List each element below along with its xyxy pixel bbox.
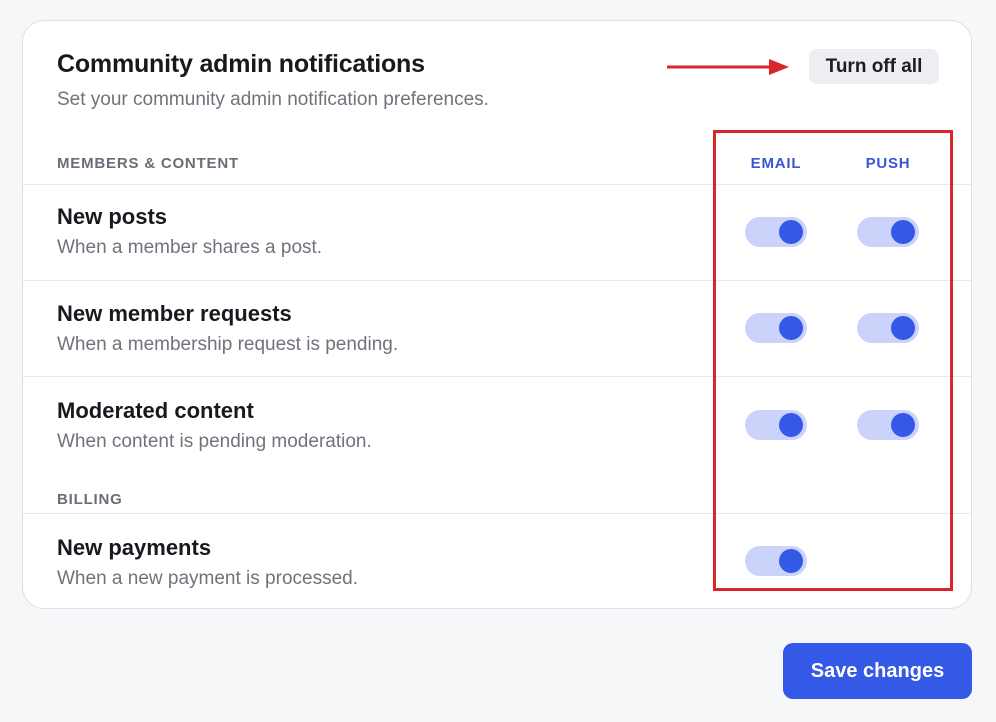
toggle-knob: [891, 316, 915, 340]
notification-row-new-member-requests: New member requests When a membership re…: [23, 281, 971, 377]
row-description: When content is pending moderation.: [57, 431, 372, 452]
divider: [23, 513, 971, 514]
notification-row-new-posts: New posts When a member shares a post.: [23, 184, 971, 280]
row-description: When a membership request is pending.: [57, 334, 399, 355]
row-description: When a member shares a post.: [57, 237, 323, 258]
page: Community admin notifications Set your c…: [0, 0, 996, 722]
email-toggle-new-member-requests[interactable]: [745, 313, 807, 343]
toggle-knob: [779, 316, 803, 340]
toggle-knob: [891, 413, 915, 437]
push-toggle-moderated-content[interactable]: [857, 410, 919, 440]
row-title: New member requests: [57, 301, 292, 326]
arrow-right-icon: [667, 59, 789, 75]
toggle-knob: [779, 549, 803, 573]
turn-off-all-button[interactable]: Turn off all: [809, 49, 939, 84]
card-subtitle: Set your community admin notification pr…: [57, 89, 489, 110]
notifications-card: Community admin notifications Set your c…: [22, 20, 972, 609]
section-label-billing: BILLING: [57, 491, 123, 508]
toggle-knob: [779, 413, 803, 437]
column-header-email: EMAIL: [750, 155, 802, 172]
row-title: New payments: [57, 535, 212, 560]
row-title: New posts: [57, 204, 168, 229]
push-toggle-new-posts[interactable]: [857, 217, 919, 247]
email-toggle-new-posts[interactable]: [745, 217, 807, 247]
section-label-members-content: MEMBERS & CONTENT: [57, 155, 239, 172]
email-toggle-new-payments[interactable]: [745, 546, 807, 576]
push-toggle-new-member-requests[interactable]: [857, 313, 919, 343]
column-header-push: PUSH: [865, 155, 911, 172]
toggle-knob: [779, 220, 803, 244]
save-changes-button[interactable]: Save changes: [783, 643, 972, 699]
row-title: Moderated content: [57, 398, 254, 423]
divider: [23, 376, 971, 377]
toggle-knob: [891, 220, 915, 244]
email-toggle-moderated-content[interactable]: [745, 410, 807, 440]
card-title: Community admin notifications: [57, 50, 425, 78]
notification-row-moderated-content: Moderated content When content is pendin…: [23, 378, 971, 474]
row-description: When a new payment is processed.: [57, 568, 358, 589]
notification-row-new-payments: New payments When a new payment is proce…: [23, 515, 971, 608]
